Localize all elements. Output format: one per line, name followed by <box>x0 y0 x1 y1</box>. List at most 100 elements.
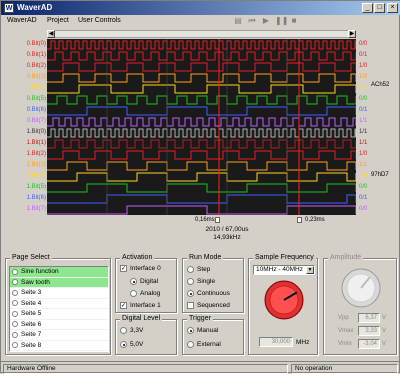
page-list-item[interactable]: Seite 8 <box>10 341 108 351</box>
channel-waveform <box>47 106 357 116</box>
trigger-title: Trigger <box>187 315 213 322</box>
channel-value: 0/0 <box>359 206 368 212</box>
scroll-left-arrow-icon[interactable]: ◀ <box>47 30 55 38</box>
page-list-label: Seite 5 <box>21 310 42 318</box>
channel-waveform <box>47 128 357 138</box>
single-radio[interactable]: Single <box>187 278 215 285</box>
channel-label: 0.Bit(5) <box>26 96 46 102</box>
channel-value: 1/0 <box>359 63 368 69</box>
level-3v3-radio[interactable]: 3,3V <box>120 327 143 334</box>
run-mode-title: Run Mode <box>187 254 224 261</box>
channel-waveform <box>47 205 357 215</box>
marker-right-handle[interactable] <box>297 217 302 223</box>
channel-value: 0/0 <box>359 41 368 47</box>
channel-label: 1.Bit(0) <box>26 129 46 135</box>
marker-left-time: 0,16ms <box>195 217 215 223</box>
page-select-title: Page Select <box>10 254 52 261</box>
window-title: WaverAD <box>17 3 53 12</box>
channel-waveform <box>47 194 357 204</box>
channel-value: 0/0 <box>359 96 368 102</box>
channel-label: 1.Bit(4) <box>26 173 46 179</box>
interface0-checkbox[interactable]: ✓ Interface 0 <box>120 265 161 272</box>
go-back-icon[interactable]: ⏮ <box>247 16 257 26</box>
amplitude-title: Amplitude <box>328 254 364 261</box>
maximize-button[interactable]: □ <box>374 3 385 13</box>
waveform-display[interactable] <box>47 39 357 215</box>
external-radio[interactable]: External <box>187 341 221 348</box>
status-bar: Hardware Offline No operation <box>1 361 400 374</box>
stop-icon[interactable]: ■ <box>289 16 299 26</box>
vmin-label: Vmin <box>338 341 352 347</box>
radio-icon <box>120 327 127 334</box>
marker-frequency: 14,93kHz <box>213 234 241 241</box>
vpp-field[interactable]: 6,37 <box>358 313 380 323</box>
scroll-right-arrow-icon[interactable]: ▶ <box>348 30 356 38</box>
page-list-item[interactable]: Seite 7 <box>10 330 108 341</box>
page-list-item[interactable]: Sine function <box>10 267 108 278</box>
page-list-item[interactable]: Seite 5 <box>10 309 108 320</box>
digital-level-title: Digital Level <box>120 315 163 322</box>
page-list-label: Sine function <box>21 268 59 276</box>
continuous-radio[interactable]: Continuous <box>187 290 230 297</box>
radio-selected-icon <box>187 290 194 297</box>
page-select-group: Page Select Sine function Saw tooth Seite … <box>5 254 111 355</box>
channel-value: 0/0 <box>359 173 368 179</box>
checkbox-icon <box>187 302 194 309</box>
step-radio[interactable]: Step <box>187 266 210 273</box>
time-marker-bar: 0,16ms 0,23ms 2010 / 67,00us 14,93kHz <box>47 215 356 245</box>
amplitude-group: Amplitude Vpp 6,37 V Vmax 3,33 V Vmin -3… <box>323 254 397 355</box>
analog-radio[interactable]: Analog <box>130 290 160 297</box>
channel-label: 1.Bit(5) <box>26 184 46 190</box>
close-button[interactable]: × <box>387 3 398 13</box>
radio-icon <box>12 342 18 349</box>
amplitude-knob[interactable] <box>340 267 382 309</box>
vmax-unit: V <box>382 328 387 334</box>
channel-value: 0/1 <box>359 52 368 58</box>
channel-waveform <box>47 183 357 193</box>
frequency-range-select[interactable]: 10MHz - 40MHz ▼ <box>253 265 315 275</box>
channel-waveform <box>47 172 357 182</box>
frequency-knob[interactable] <box>263 279 305 321</box>
interface1-checkbox[interactable]: ✓ Interface 1 <box>120 302 161 309</box>
menu-user-controls[interactable]: User Controls <box>78 17 121 24</box>
digital-radio[interactable]: Digital <box>130 278 158 285</box>
page-list-item[interactable]: Saw tooth <box>10 277 108 288</box>
frequency-value-field[interactable]: 30,000 <box>259 337 293 347</box>
channel-value: 1/1 <box>359 118 368 124</box>
menu-waverad[interactable]: WaverAD <box>7 17 37 24</box>
menu-project[interactable]: Project <box>47 17 69 24</box>
minimize-button[interactable]: _ <box>362 3 373 13</box>
vmax-field[interactable]: 3,33 <box>358 326 380 336</box>
sequenced-checkbox[interactable]: Sequenced <box>187 302 230 309</box>
sample-frequency-title: Sample Frequency <box>253 254 316 261</box>
page-list-item[interactable]: Seite 4 <box>10 299 108 309</box>
radio-icon <box>12 321 18 328</box>
activation-title: Activation <box>120 254 155 261</box>
page-list[interactable]: Sine function Saw tooth Seite 3 Seite 4 Seit… <box>9 266 109 352</box>
radio-icon <box>12 279 18 286</box>
vmin-unit: V <box>382 341 387 347</box>
channel-value: 1/1 <box>359 129 368 135</box>
marker-left-handle[interactable] <box>215 217 220 223</box>
vmin-field[interactable]: -3,04 <box>358 339 380 349</box>
marker-right-time: 0,23ms <box>305 217 325 223</box>
radio-selected-icon <box>130 278 137 285</box>
channel-label: 1.Bit(6) <box>26 195 46 201</box>
channel-waveform <box>47 62 357 72</box>
level-5v0-radio[interactable]: 5,0V <box>120 341 143 348</box>
page-list-item[interactable]: Seite 3 <box>10 288 108 299</box>
pause-icon[interactable]: ❚❚ <box>275 16 288 26</box>
channel-label: 0.Bit(6) <box>26 107 46 113</box>
page-list-label: Seite 8 <box>21 341 42 349</box>
title-bar[interactable]: W WaverAD _ □ × <box>1 1 400 15</box>
channel-waveform <box>47 95 357 105</box>
save-icon[interactable]: ▤ <box>233 16 243 26</box>
chevron-down-icon[interactable]: ▼ <box>306 266 314 274</box>
channel-value: 1/0 <box>359 74 368 80</box>
page-list-label: Seite 4 <box>21 299 42 307</box>
channel-value: 0/1 <box>359 107 368 113</box>
waveform-scrollbar[interactable]: ◀ ▶ <box>47 30 356 38</box>
manual-radio[interactable]: Manual <box>187 327 218 334</box>
play-icon[interactable]: ▶ <box>261 16 271 26</box>
page-list-item[interactable]: Seite 6 <box>10 320 108 330</box>
